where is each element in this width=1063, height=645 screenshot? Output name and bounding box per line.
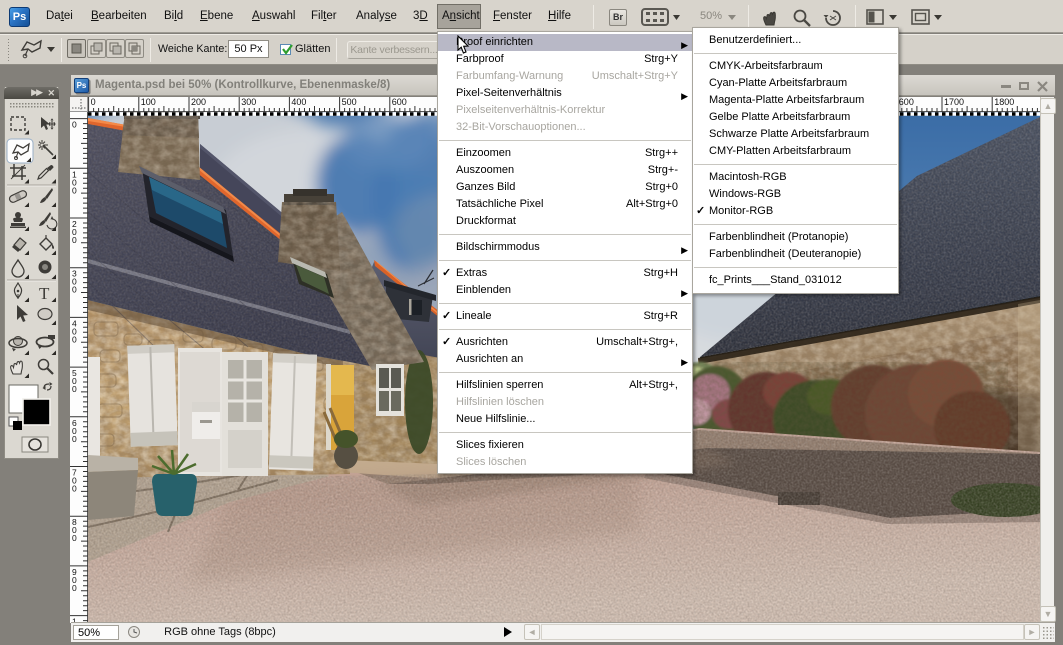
svg-text:1700: 1700	[944, 97, 964, 107]
svg-text:600: 600	[392, 97, 407, 107]
svg-text:1800: 1800	[994, 97, 1014, 107]
svg-text:0: 0	[72, 235, 77, 245]
svg-text:400: 400	[291, 97, 306, 107]
svg-text:0: 0	[72, 533, 77, 543]
svg-text:0: 0	[72, 185, 77, 195]
svg-text:300: 300	[241, 97, 256, 107]
svg-text:0: 0	[72, 120, 77, 130]
svg-text:0: 0	[72, 583, 77, 593]
svg-text:0: 0	[91, 97, 96, 107]
svg-text:0: 0	[72, 384, 77, 394]
svg-text:0: 0	[72, 334, 77, 344]
svg-text:0: 0	[72, 484, 77, 494]
svg-text:500: 500	[342, 97, 357, 107]
svg-text:0: 0	[72, 285, 77, 295]
svg-text:T: T	[39, 284, 50, 303]
svg-text:0: 0	[72, 434, 77, 444]
svg-text:100: 100	[141, 97, 156, 107]
svg-text:200: 200	[191, 97, 206, 107]
